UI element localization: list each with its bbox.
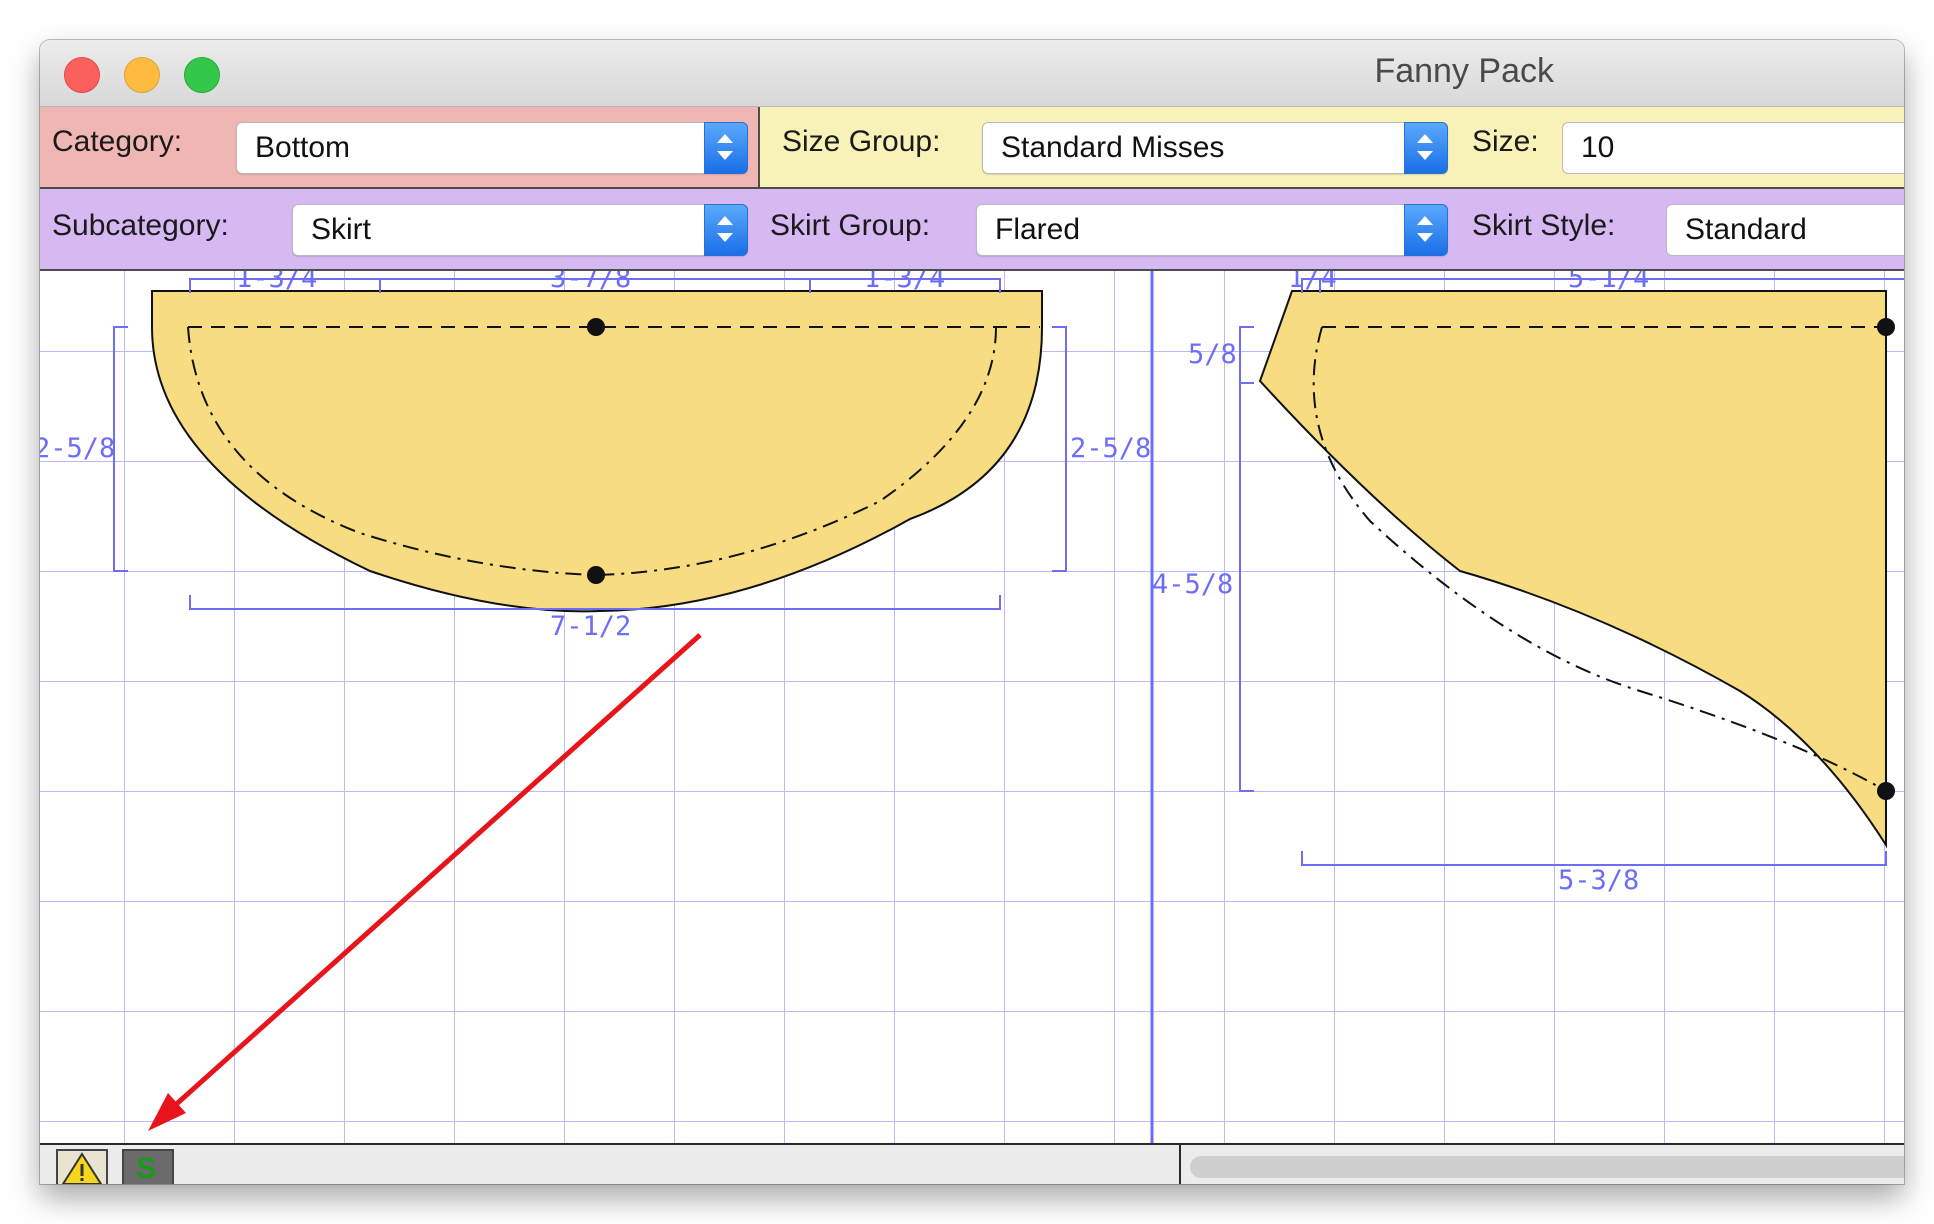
app-window: Fanny Pack Category: Bottom Size Group: … bbox=[40, 40, 1904, 1184]
skirt-group-value: Flared bbox=[995, 213, 1081, 246]
skirt-group-label: Skirt Group: bbox=[770, 209, 931, 242]
front-dim-top-right: 1-3/4 bbox=[864, 271, 946, 294]
warning-button[interactable] bbox=[56, 1149, 108, 1184]
front-dim-top-center: 3-7/8 bbox=[550, 271, 632, 294]
toolbar-row-1: Category: Bottom Size Group: Standard Mi… bbox=[40, 107, 1904, 189]
front-dim-left: 2-5/8 bbox=[40, 433, 116, 464]
skirt-group-select[interactable]: Flared bbox=[976, 204, 1448, 256]
size-group-value: Standard Misses bbox=[1001, 131, 1225, 164]
size-label: Size: bbox=[1472, 125, 1539, 158]
status-bar-divider bbox=[1179, 1145, 1181, 1184]
toolbar-row-2: Subcategory: Skirt Skirt Group: Flared S… bbox=[40, 189, 1904, 271]
skirt-style-field[interactable]: Standard bbox=[1666, 204, 1904, 256]
updown-arrows-icon bbox=[1404, 122, 1448, 174]
category-label: Category: bbox=[52, 125, 183, 158]
updown-arrows-icon bbox=[1404, 204, 1448, 256]
size-group-label: Size Group: bbox=[782, 125, 941, 158]
pattern-drawing bbox=[40, 271, 1904, 1143]
front-dim-top-left: 1-3/4 bbox=[236, 271, 318, 294]
s-status-glyph: S bbox=[136, 1152, 157, 1184]
skirt-style-label: Skirt Style: bbox=[1472, 209, 1616, 242]
title-bar: Fanny Pack bbox=[40, 40, 1904, 107]
pattern-point[interactable] bbox=[587, 566, 605, 584]
back-dim-bottom: 5-3/8 bbox=[1558, 865, 1640, 896]
window-title: Fanny Pack bbox=[1374, 52, 1554, 90]
pattern-canvas[interactable]: 1-3/4 3-7/8 1-3/4 2-5/8 2-5/8 7-1/2 1/4 … bbox=[40, 271, 1904, 1143]
updown-arrows-icon bbox=[704, 204, 748, 256]
s-status-button[interactable]: S bbox=[122, 1149, 174, 1184]
subcategory-value: Skirt bbox=[311, 213, 371, 246]
back-dim-top-right: 5-1/4 bbox=[1568, 271, 1650, 294]
back-dim-top-left: 1/4 bbox=[1288, 271, 1337, 294]
horizontal-scrollbar[interactable] bbox=[1190, 1156, 1904, 1178]
pattern-point[interactable] bbox=[1877, 782, 1895, 800]
category-select[interactable]: Bottom bbox=[236, 122, 748, 174]
pattern-point[interactable] bbox=[1877, 318, 1895, 336]
size-value: 10 bbox=[1581, 131, 1615, 164]
skirt-style-value: Standard bbox=[1685, 213, 1807, 246]
front-dim-bottom: 7-1/2 bbox=[550, 611, 632, 642]
front-dim-right: 2-5/8 bbox=[1070, 433, 1152, 464]
category-value: Bottom bbox=[255, 131, 351, 164]
status-bar: S bbox=[40, 1143, 1904, 1184]
size-group-select[interactable]: Standard Misses bbox=[982, 122, 1448, 174]
warning-icon bbox=[61, 1152, 103, 1184]
subcategory-label: Subcategory: bbox=[52, 209, 229, 242]
pattern-point[interactable] bbox=[587, 318, 605, 336]
updown-arrows-icon bbox=[704, 122, 748, 174]
back-dim-left-upper: 5/8 bbox=[1188, 339, 1237, 370]
size-field[interactable]: 10 bbox=[1562, 122, 1904, 174]
subcategory-select[interactable]: Skirt bbox=[292, 204, 748, 256]
back-dim-left-lower: 4-5/8 bbox=[1152, 569, 1234, 600]
